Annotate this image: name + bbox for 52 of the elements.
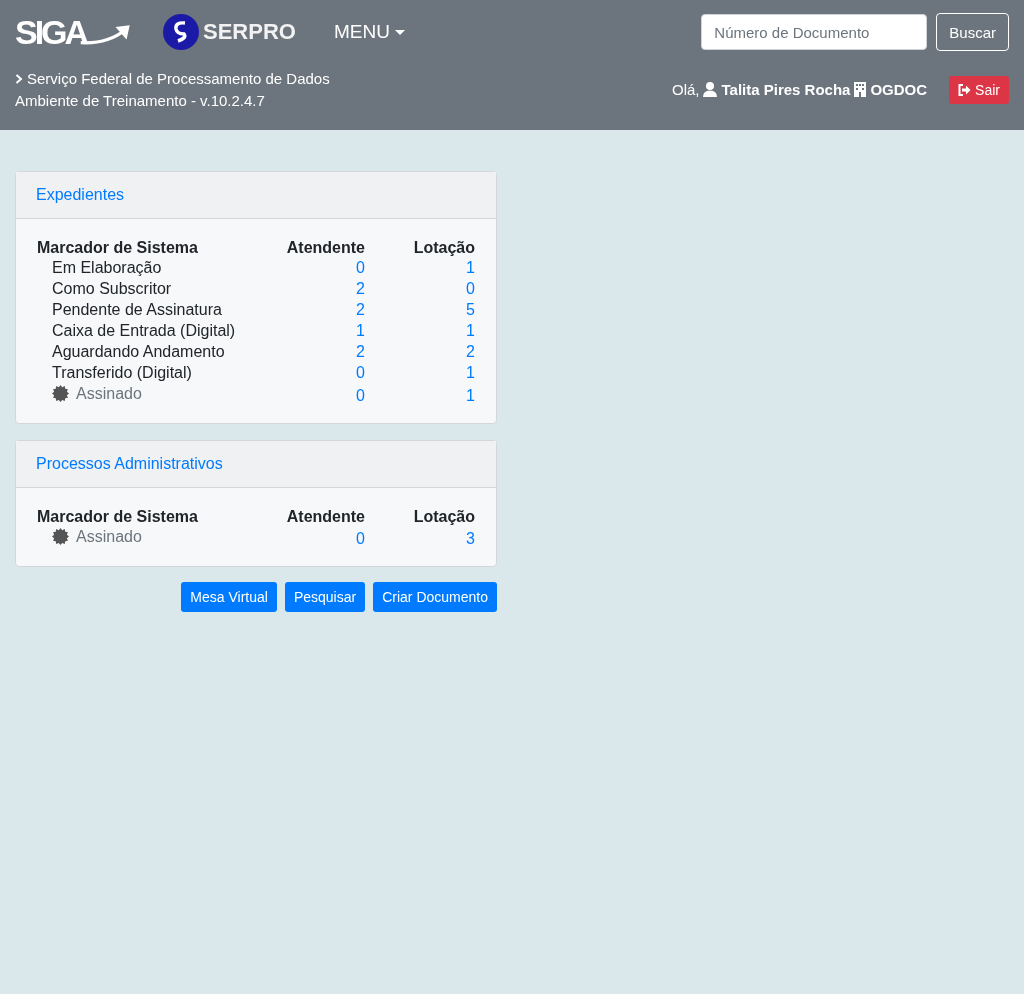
count-link[interactable]: 0: [356, 529, 365, 547]
marker-label: Pendente de Assinatura: [52, 301, 222, 318]
unit-name: OGDOC: [870, 81, 928, 98]
marker-link[interactable]: Assinado: [76, 383, 142, 404]
card-title-link[interactable]: Processos Administrativos: [36, 455, 223, 472]
building-icon: [854, 82, 867, 97]
seal-icon: [52, 528, 69, 545]
count-link[interactable]: 0: [356, 259, 365, 276]
count-link[interactable]: 2: [356, 280, 365, 297]
marker-label: Aguardando Andamento: [52, 343, 225, 360]
marker-label: Como Subscritor: [52, 280, 172, 297]
count-link[interactable]: 2: [466, 343, 475, 360]
chevron-icon: [15, 73, 23, 84]
count-link[interactable]: 2: [356, 301, 365, 318]
seal-icon: [52, 385, 69, 402]
user-icon: [703, 82, 718, 97]
marker-label: Transferido (Digital): [52, 364, 192, 381]
count-link[interactable]: 2: [356, 343, 365, 360]
greeting-text: Olá,: [671, 81, 700, 98]
action-button[interactable]: Pesquisar: [284, 582, 366, 612]
column-header: Marcador de Sistema: [37, 508, 199, 526]
count-link[interactable]: 1: [466, 322, 475, 339]
serpro-logo: SERPRO: [163, 14, 296, 50]
count-link[interactable]: 0: [356, 386, 365, 404]
count-link[interactable]: 1: [466, 259, 475, 276]
count-link[interactable]: 0: [356, 364, 365, 381]
column-header: Marcador de Sistema: [37, 239, 199, 257]
marker-label: Em Elaboração: [52, 259, 162, 276]
count-link[interactable]: 1: [466, 386, 475, 404]
column-header: Lotação: [365, 239, 475, 257]
action-button[interactable]: Criar Documento: [373, 582, 497, 612]
marker-link[interactable]: Assinado: [76, 526, 142, 547]
column-header: Lotação: [365, 508, 475, 526]
menu-dropdown[interactable]: MENU: [333, 21, 405, 43]
count-link[interactable]: 1: [356, 322, 365, 339]
document-number-field[interactable]: Número de Documento: [701, 14, 928, 50]
count-link[interactable]: 3: [466, 529, 475, 547]
count-link[interactable]: 5: [466, 301, 475, 318]
environment-version: Ambiente de Treinamento - v.10.2.4.7: [15, 92, 266, 109]
column-header: Atendente: [285, 239, 365, 257]
search-button[interactable]: Buscar: [936, 13, 1009, 51]
count-link[interactable]: 1: [466, 364, 475, 381]
logout-button[interactable]: Sair: [949, 75, 1009, 104]
organization-name: Serviço Federal de Processamento de Dados: [27, 70, 330, 87]
user-name: Talita Pires Rocha: [721, 81, 851, 98]
column-header: Atendente: [285, 508, 365, 526]
marker-label: Caixa de Entrada (Digital): [52, 322, 236, 339]
count-link[interactable]: 0: [466, 280, 475, 297]
action-button[interactable]: Mesa Virtual: [181, 582, 277, 612]
siga-logo[interactable]: SIGA: [15, 15, 133, 49]
card-title-link[interactable]: Expedientes: [36, 186, 125, 203]
sign-out-icon: [958, 83, 972, 96]
